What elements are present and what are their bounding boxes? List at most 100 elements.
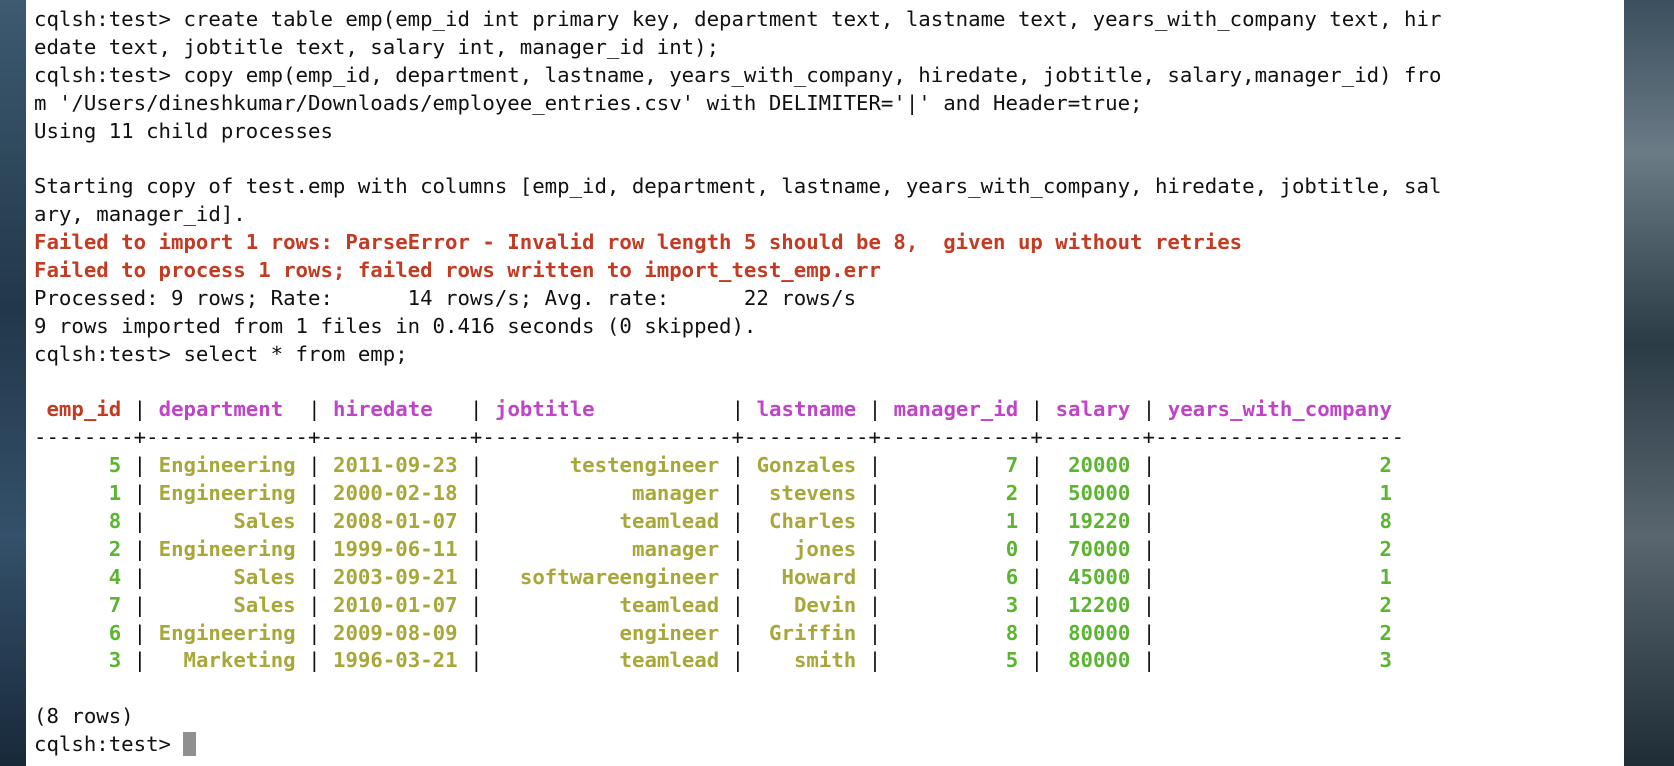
table-cell: 12200 <box>1068 592 1131 617</box>
table-cell: smith <box>793 648 857 673</box>
column-separator: | <box>868 536 882 561</box>
output-text: cqlsh:test> copy emp(emp_id, department,… <box>34 62 1442 87</box>
column-separator: | <box>470 592 483 617</box>
column-separator: | <box>308 397 321 422</box>
table-cell: 45000 <box>1068 564 1131 589</box>
column-header: manager_id <box>893 397 1019 422</box>
table-cell: softwareengineer <box>519 564 720 589</box>
table-cell: 3 <box>108 648 122 673</box>
column-separator: | <box>133 509 147 534</box>
column-separator: | <box>470 648 483 673</box>
terminal-output: cqlsh:test> create table emp(emp_id int … <box>34 6 1614 759</box>
column-separator: | <box>470 481 483 506</box>
table-cell: 2011-09-23 <box>333 453 458 478</box>
table-cell: 19220 <box>1068 509 1131 534</box>
table-row: 2 | Engineering | 1999-06-11 | manager |… <box>34 536 1614 564</box>
column-separator: | <box>1142 509 1156 534</box>
table-cell: 2000-02-18 <box>333 481 458 506</box>
column-separator: | <box>1030 536 1044 561</box>
table-row: 3 | Marketing | 1996-03-21 | teamlead | … <box>34 647 1614 675</box>
column-separator: | <box>731 648 745 673</box>
column-separator: | <box>1030 620 1044 645</box>
table-row: 6 | Engineering | 2009-08-09 | engineer … <box>34 620 1614 648</box>
table-cell: Sales <box>233 592 296 617</box>
column-separator: | <box>1030 481 1044 506</box>
table-cell: 7 <box>1005 453 1019 478</box>
output-text: Starting copy of test.emp with columns [… <box>34 174 1442 199</box>
column-separator: | <box>308 620 321 645</box>
column-header: emp_id <box>46 397 122 422</box>
command-text: cqlsh:test> select * from emp; <box>34 341 408 366</box>
column-separator: | <box>868 453 882 478</box>
column-separator: | <box>1142 648 1156 673</box>
column-separator: | <box>1030 564 1044 589</box>
output-text: Using 11 child processes <box>34 118 333 143</box>
table-cell: 70000 <box>1068 536 1131 561</box>
desktop-background-right <box>1622 0 1674 766</box>
output-line: m '/Users/dineshkumar/Downloads/employee… <box>34 90 1614 118</box>
column-separator: | <box>868 509 882 534</box>
column-separator: | <box>1030 648 1044 673</box>
table-row: 4 | Sales | 2003-09-21 | softwareenginee… <box>34 564 1614 592</box>
column-separator: | <box>1030 453 1044 478</box>
column-separator: | <box>308 509 321 534</box>
table-cell: 5 <box>108 453 122 478</box>
table-cell: 2 <box>1379 536 1392 561</box>
text-cursor[interactable] <box>183 732 197 757</box>
table-cell: Engineering <box>158 536 296 561</box>
column-separator: | <box>731 397 745 422</box>
table-cell: 6 <box>108 620 122 645</box>
table-cell: teamlead <box>619 648 720 673</box>
table-cell: 1 <box>1005 509 1019 534</box>
column-separator: | <box>133 481 147 506</box>
table-cell: 1 <box>108 481 122 506</box>
imported-text: 9 rows imported from 1 files in 0.416 se… <box>34 313 757 338</box>
table-cell: Engineering <box>158 481 296 506</box>
table-cell: 80000 <box>1068 620 1131 645</box>
column-separator: | <box>868 397 882 422</box>
table-row: 5 | Engineering | 2011-09-23 | testengin… <box>34 452 1614 480</box>
column-separator: | <box>731 564 745 589</box>
table-cell: 7 <box>108 592 122 617</box>
table-cell: 2 <box>1379 592 1392 617</box>
column-separator: | <box>133 453 147 478</box>
column-separator: | <box>308 536 321 561</box>
prompt-line: cqlsh:test> <box>34 731 1614 759</box>
table-row: 1 | Engineering | 2000-02-18 | manager |… <box>34 480 1614 508</box>
table-header: emp_id | department | hiredate | jobtitl… <box>34 396 1614 424</box>
error-text: Failed to import 1 rows: ParseError - In… <box>34 230 1243 255</box>
column-separator: | <box>133 536 147 561</box>
output-text: m '/Users/dineshkumar/Downloads/employee… <box>34 90 1143 115</box>
table-cell: 1999-06-11 <box>333 536 458 561</box>
table-cell: testengineer <box>569 453 720 478</box>
table-divider: --------+-------------+------------+----… <box>34 424 1614 452</box>
output-line: cqlsh:test> create table emp(emp_id int … <box>34 6 1614 34</box>
terminal-window[interactable]: cqlsh:test> create table emp(emp_id int … <box>26 0 1624 766</box>
table-cell: Engineering <box>158 620 296 645</box>
column-separator: | <box>731 481 745 506</box>
table-cell: engineer <box>619 620 720 645</box>
table-cell: 8 <box>1379 509 1392 534</box>
table-cell: 5 <box>1005 648 1019 673</box>
column-separator: | <box>308 481 321 506</box>
error-text: Failed to process 1 rows; failed rows wr… <box>34 258 881 283</box>
table-cell: Howard <box>781 564 857 589</box>
table-cell: 6 <box>1005 564 1019 589</box>
column-separator: | <box>470 536 483 561</box>
column-separator: | <box>1142 592 1156 617</box>
column-separator: | <box>470 564 483 589</box>
table-cell: 3 <box>1005 592 1019 617</box>
table-cell: stevens <box>769 481 857 506</box>
column-separator: | <box>731 509 745 534</box>
table-cell: manager <box>632 481 720 506</box>
table-cell: 2 <box>1379 453 1392 478</box>
rows-count-line: (8 rows) <box>34 703 1614 731</box>
column-separator: | <box>1142 397 1156 422</box>
table-cell: 1 <box>1379 481 1392 506</box>
command-line: cqlsh:test> select * from emp; <box>34 341 1614 369</box>
column-separator: | <box>133 592 147 617</box>
column-separator: | <box>1142 564 1156 589</box>
column-header: department <box>158 397 284 422</box>
column-separator: | <box>731 592 745 617</box>
